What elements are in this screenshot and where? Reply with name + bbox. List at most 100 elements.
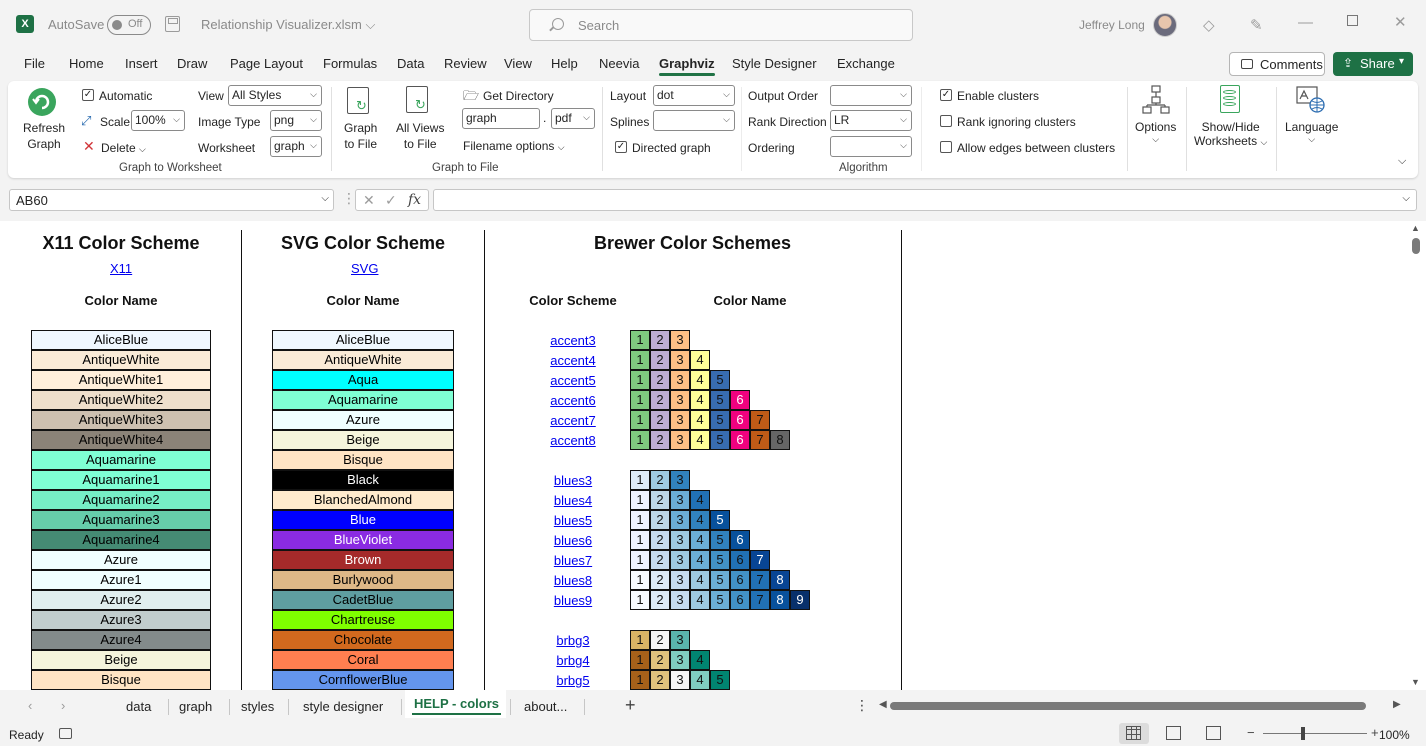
- search-box[interactable]: Search: [529, 9, 913, 41]
- options-button[interactable]: Options ⌵: [1135, 120, 1176, 145]
- zoom-slider-thumb[interactable]: [1301, 727, 1305, 740]
- share-button[interactable]: ⇪ Share ▾: [1333, 52, 1413, 76]
- scroll-right-icon[interactable]: ▶: [1393, 699, 1401, 710]
- ordering-select[interactable]: ⌵: [830, 136, 912, 157]
- sheet-tab-help-colors[interactable]: HELP - colors: [411, 696, 502, 715]
- page-layout-icon[interactable]: [1166, 726, 1181, 740]
- tab-view[interactable]: View: [504, 56, 532, 71]
- pen-icon[interactable]: ✎: [1250, 16, 1263, 34]
- view-select[interactable]: All Styles ⌵: [228, 85, 322, 106]
- vertical-scrollbar[interactable]: ▲ ▼: [1408, 221, 1426, 690]
- brewer-scheme-link[interactable]: accent5: [533, 373, 613, 388]
- tab-file[interactable]: File: [24, 56, 45, 71]
- tab-neevia[interactable]: Neevia: [599, 56, 639, 71]
- sheet-tab-graph[interactable]: graph: [179, 699, 212, 714]
- scroll-up-icon[interactable]: ▲: [1411, 223, 1420, 233]
- horizontal-scrollbar[interactable]: ◀ ▶: [879, 699, 1405, 711]
- all-views-button[interactable]: All Views to File: [396, 121, 444, 151]
- tab-review[interactable]: Review: [444, 56, 487, 71]
- brewer-scheme-link[interactable]: blues7: [533, 553, 613, 568]
- avatar[interactable]: [1153, 13, 1177, 37]
- filename-input[interactable]: graph: [462, 108, 540, 129]
- sheet-tab-styles[interactable]: styles: [241, 699, 274, 714]
- output-order-select[interactable]: ⌵: [830, 85, 912, 106]
- brewer-scheme-link[interactable]: blues6: [533, 533, 613, 548]
- splines-select[interactable]: ⌵: [653, 110, 735, 131]
- language-button[interactable]: Language ⌵: [1285, 120, 1338, 145]
- automatic-checkbox[interactable]: ✓: [82, 89, 94, 101]
- formula-input[interactable]: ⌵: [433, 189, 1417, 211]
- sheet-tab-data[interactable]: data: [126, 699, 151, 714]
- rank-direction-select[interactable]: LR ⌵: [830, 110, 912, 131]
- filename-options-button[interactable]: Filename options ⌵: [463, 139, 565, 153]
- autosave-toggle[interactable]: Off: [107, 15, 151, 35]
- more-options-icon[interactable]: ⋮: [855, 697, 869, 714]
- maximize-icon[interactable]: [1347, 15, 1358, 26]
- user-name[interactable]: Jeffrey Long: [1079, 18, 1145, 32]
- file-title[interactable]: Relationship Visualizer.xlsm ⌵: [201, 17, 375, 33]
- grip-icon[interactable]: ⋮: [342, 190, 356, 207]
- enable-clusters-checkbox[interactable]: ✓: [940, 89, 952, 101]
- name-box[interactable]: AB60 ⌵: [9, 189, 334, 211]
- tab-page-layout[interactable]: Page Layout: [230, 56, 303, 71]
- tab-style-designer[interactable]: Style Designer: [732, 56, 817, 71]
- zoom-in-icon[interactable]: +: [1371, 725, 1379, 740]
- x11-link[interactable]: X11: [110, 261, 132, 276]
- add-sheet-icon[interactable]: +: [625, 695, 636, 716]
- chevron-down-icon[interactable]: ▾: [1399, 56, 1404, 67]
- brewer-scheme-link[interactable]: brbg5: [533, 673, 613, 688]
- file-ext-select[interactable]: pdf ⌵: [551, 108, 595, 129]
- close-icon[interactable]: ✕: [1394, 13, 1407, 31]
- tab-graphviz[interactable]: Graphviz: [659, 56, 715, 76]
- get-directory-button[interactable]: Get Directory: [483, 89, 554, 103]
- show-hide-worksheets-button[interactable]: Show/Hide Worksheets ⌵: [1194, 120, 1267, 148]
- brewer-scheme-link[interactable]: accent3: [533, 333, 613, 348]
- scroll-thumb[interactable]: [1412, 238, 1420, 254]
- enter-icon[interactable]: ✓: [385, 192, 397, 209]
- rank-ignoring-clusters-checkbox[interactable]: [940, 115, 952, 127]
- normal-view-icon[interactable]: [1126, 726, 1141, 740]
- insert-function-icon[interactable]: fx: [408, 192, 421, 208]
- scale-select[interactable]: 100% ⌵: [131, 110, 185, 131]
- layout-select[interactable]: dot ⌵: [653, 85, 735, 106]
- zoom-out-icon[interactable]: −: [1247, 725, 1255, 740]
- brewer-scheme-link[interactable]: accent7: [533, 413, 613, 428]
- brewer-scheme-link[interactable]: accent8: [533, 433, 613, 448]
- tab-data[interactable]: Data: [397, 56, 424, 71]
- tab-formulas[interactable]: Formulas: [323, 56, 377, 71]
- scroll-left-icon[interactable]: ◀: [879, 699, 887, 710]
- brewer-scheme-link[interactable]: accent6: [533, 393, 613, 408]
- brewer-scheme-link[interactable]: blues8: [533, 573, 613, 588]
- delete-button[interactable]: Delete ⌵: [101, 141, 146, 155]
- tab-draw[interactable]: Draw: [177, 56, 207, 71]
- collapse-ribbon-icon[interactable]: ⌵: [1398, 155, 1406, 168]
- tab-exchange[interactable]: Exchange: [837, 56, 895, 71]
- svg-link[interactable]: SVG: [351, 261, 378, 276]
- comments-button[interactable]: Comments: [1229, 52, 1325, 76]
- next-sheet-icon[interactable]: ›: [61, 698, 65, 713]
- save-icon[interactable]: [165, 16, 180, 32]
- allow-edges-checkbox[interactable]: [940, 141, 952, 153]
- prev-sheet-icon[interactable]: ‹: [28, 698, 32, 713]
- brewer-scheme-link[interactable]: brbg3: [533, 633, 613, 648]
- diamond-icon[interactable]: ◇: [1203, 16, 1215, 34]
- zoom-level[interactable]: 100%: [1379, 728, 1410, 742]
- cancel-icon[interactable]: ✕: [363, 192, 375, 209]
- accessibility-icon[interactable]: [59, 728, 72, 739]
- graph-to-file-button[interactable]: Graph to File: [344, 121, 377, 151]
- tab-insert[interactable]: Insert: [125, 56, 158, 71]
- brewer-scheme-link[interactable]: blues4: [533, 493, 613, 508]
- scroll-down-icon[interactable]: ▼: [1411, 677, 1420, 687]
- minimize-icon[interactable]: —: [1298, 14, 1313, 31]
- refresh-graph-button[interactable]: Refresh Graph: [23, 121, 65, 151]
- tab-home[interactable]: Home: [69, 56, 104, 71]
- brewer-scheme-link[interactable]: blues9: [533, 593, 613, 608]
- tab-help[interactable]: Help: [551, 56, 578, 71]
- worksheet-grid[interactable]: X11 Color Scheme X11 Color Name SVG Colo…: [0, 221, 1408, 690]
- chevron-down-icon[interactable]: ⌵: [1402, 193, 1410, 204]
- brewer-scheme-link[interactable]: accent4: [533, 353, 613, 368]
- worksheet-select[interactable]: graph ⌵: [270, 136, 322, 157]
- brewer-scheme-link[interactable]: brbg4: [533, 653, 613, 668]
- sheet-tab-style-designer[interactable]: style designer: [303, 699, 383, 714]
- directed-graph-checkbox[interactable]: ✓: [615, 141, 627, 153]
